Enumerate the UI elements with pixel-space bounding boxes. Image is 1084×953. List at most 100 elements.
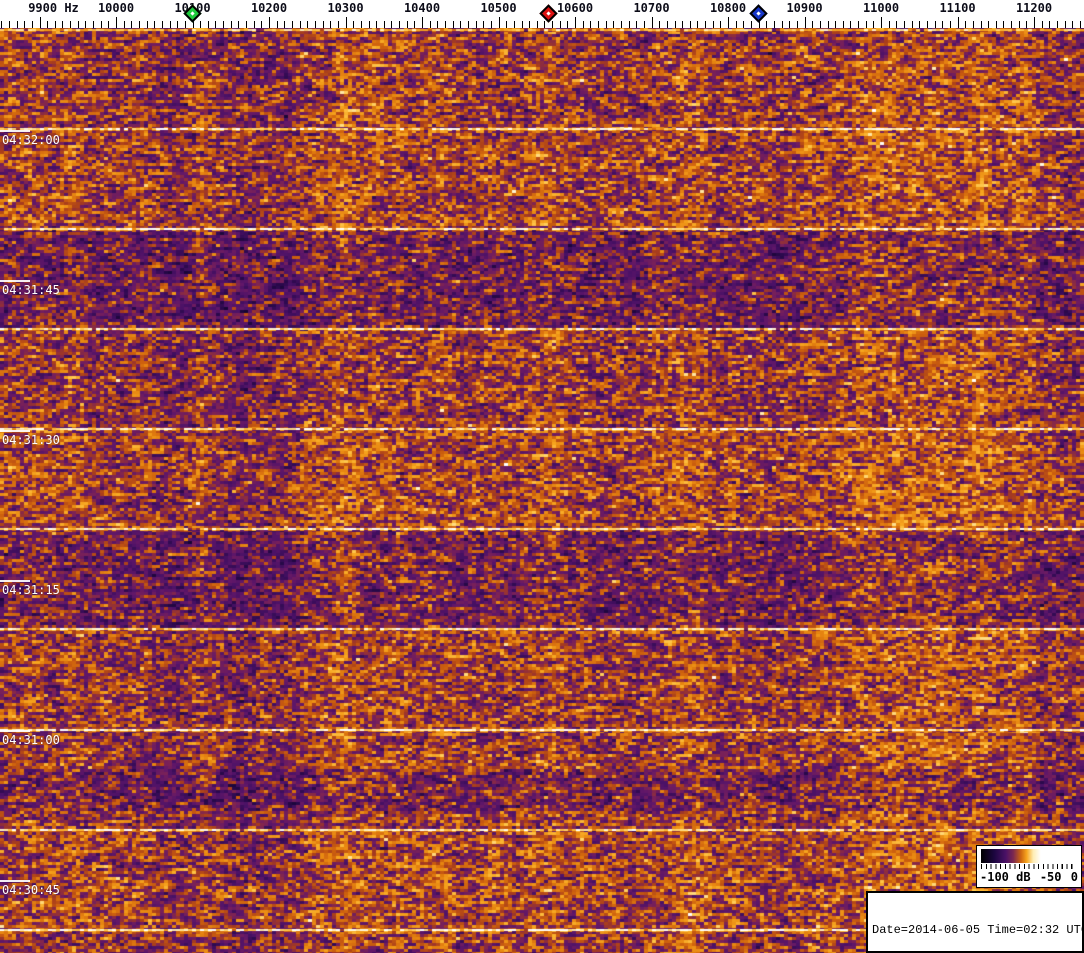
freq-minor-tick bbox=[980, 21, 982, 28]
freq-minor-tick bbox=[429, 21, 431, 28]
freq-minor-tick bbox=[819, 21, 821, 28]
freq-minor-tick bbox=[1003, 21, 1005, 28]
freq-minor-tick bbox=[62, 21, 64, 28]
freq-minor-tick bbox=[1079, 21, 1081, 28]
freq-major-tick bbox=[957, 17, 959, 28]
freq-minor-tick bbox=[223, 21, 225, 28]
freq-minor-tick bbox=[146, 21, 148, 28]
time-tick bbox=[0, 280, 30, 282]
freq-minor-tick bbox=[85, 21, 87, 28]
freq-minor-tick bbox=[682, 21, 684, 28]
freq-minor-tick bbox=[620, 21, 622, 28]
freq-minor-tick bbox=[360, 21, 362, 28]
freq-minor-tick bbox=[529, 21, 531, 28]
time-label: 04:30:45 bbox=[2, 883, 60, 897]
freq-minor-tick bbox=[812, 21, 814, 28]
time-label: 04:31:30 bbox=[2, 433, 60, 447]
freq-scale-label: 10500 bbox=[480, 1, 517, 15]
freq-minor-tick bbox=[337, 21, 339, 28]
freq-major-tick bbox=[1034, 17, 1035, 28]
freq-major-tick bbox=[498, 17, 500, 28]
freq-minor-tick bbox=[988, 21, 990, 28]
freq-scale-label: 10000 bbox=[97, 1, 135, 15]
freq-minor-tick bbox=[131, 21, 133, 28]
freq-minor-tick bbox=[353, 21, 355, 28]
freq-minor-tick bbox=[720, 21, 722, 28]
freq-minor-tick bbox=[108, 21, 110, 28]
freq-minor-tick bbox=[261, 21, 263, 28]
freq-minor-tick bbox=[552, 21, 553, 28]
colorbar-label-max: 0 bbox=[1070, 870, 1078, 884]
freq-minor-tick bbox=[70, 21, 72, 28]
freq-minor-tick bbox=[230, 21, 232, 28]
freq-minor-tick bbox=[636, 21, 638, 28]
freq-scale-label: 10300 bbox=[327, 1, 364, 15]
freq-minor-tick bbox=[858, 21, 860, 28]
freq-minor-tick bbox=[659, 21, 661, 28]
freq-minor-tick bbox=[919, 21, 921, 28]
freq-minor-tick bbox=[904, 21, 905, 28]
freq-scale-label: 10900 bbox=[786, 1, 823, 15]
freq-minor-tick bbox=[376, 21, 378, 28]
colorbar-labels: -100 dB -50 0 bbox=[980, 870, 1078, 884]
freq-minor-tick bbox=[605, 21, 607, 28]
freq-minor-tick bbox=[330, 21, 332, 28]
colorbar-label-min: -100 dB bbox=[980, 870, 1031, 884]
freq-minor-tick bbox=[1057, 21, 1058, 28]
time-label: 04:31:00 bbox=[2, 733, 60, 747]
freq-minor-tick bbox=[850, 21, 852, 28]
freq-minor-tick bbox=[169, 21, 171, 28]
colorbar-legend: -100 dB -50 0 bbox=[976, 845, 1082, 888]
freq-minor-tick bbox=[1011, 21, 1013, 28]
freq-minor-tick bbox=[613, 21, 615, 28]
freq-minor-tick bbox=[307, 21, 309, 28]
freq-minor-tick bbox=[24, 21, 26, 28]
time-tick bbox=[0, 730, 30, 732]
freq-minor-tick bbox=[582, 21, 584, 28]
time-tick bbox=[0, 880, 30, 882]
freq-minor-tick bbox=[949, 21, 951, 28]
freq-scale-label: 11200 bbox=[1015, 1, 1053, 15]
blue-marker[interactable] bbox=[749, 4, 768, 23]
freq-major-tick bbox=[651, 17, 653, 28]
freq-minor-tick bbox=[506, 21, 508, 28]
freq-scale-label: 11100 bbox=[939, 1, 976, 15]
freq-major-tick bbox=[39, 17, 41, 28]
freq-minor-tick bbox=[93, 21, 94, 28]
freq-minor-tick bbox=[536, 21, 538, 28]
freq-minor-tick bbox=[1, 21, 3, 28]
freq-minor-tick bbox=[712, 21, 714, 28]
time-tick bbox=[0, 430, 30, 432]
freq-scale-label: 9900 Hz bbox=[28, 1, 79, 15]
time-label: 04:32:00 bbox=[2, 133, 60, 147]
time-label: 04:31:15 bbox=[2, 583, 60, 597]
freq-minor-tick bbox=[934, 21, 936, 28]
time-tick bbox=[0, 130, 30, 132]
freq-minor-tick bbox=[414, 21, 416, 28]
freq-minor-tick bbox=[865, 21, 867, 28]
time-label: 04:31:45 bbox=[2, 283, 60, 297]
freq-minor-tick bbox=[475, 21, 477, 28]
freq-minor-tick bbox=[246, 21, 248, 28]
red-marker[interactable] bbox=[538, 4, 558, 23]
freq-minor-tick bbox=[444, 21, 446, 28]
freq-minor-tick bbox=[460, 21, 462, 28]
freq-minor-tick bbox=[467, 21, 469, 28]
freq-minor-tick bbox=[842, 21, 844, 28]
freq-minor-tick bbox=[200, 21, 202, 28]
freq-minor-tick bbox=[926, 21, 928, 28]
freq-minor-tick bbox=[911, 21, 913, 28]
freq-minor-tick bbox=[789, 21, 791, 28]
freq-minor-tick bbox=[628, 21, 630, 28]
freq-minor-tick bbox=[896, 21, 898, 28]
freq-minor-tick bbox=[399, 21, 401, 28]
freq-scale-label: 10200 bbox=[250, 1, 288, 15]
freq-minor-tick bbox=[452, 21, 454, 28]
freq-scale-label: 10600 bbox=[556, 1, 594, 15]
freq-minor-tick bbox=[490, 21, 492, 28]
observation-info-panel: Date=2014-06-05 Time=02:32 UTC Freq=143 … bbox=[866, 891, 1084, 953]
freq-minor-tick bbox=[100, 21, 102, 28]
freq-scale-label: 11000 bbox=[862, 1, 900, 15]
freq-minor-tick bbox=[643, 21, 645, 28]
freq-minor-tick bbox=[835, 21, 837, 28]
